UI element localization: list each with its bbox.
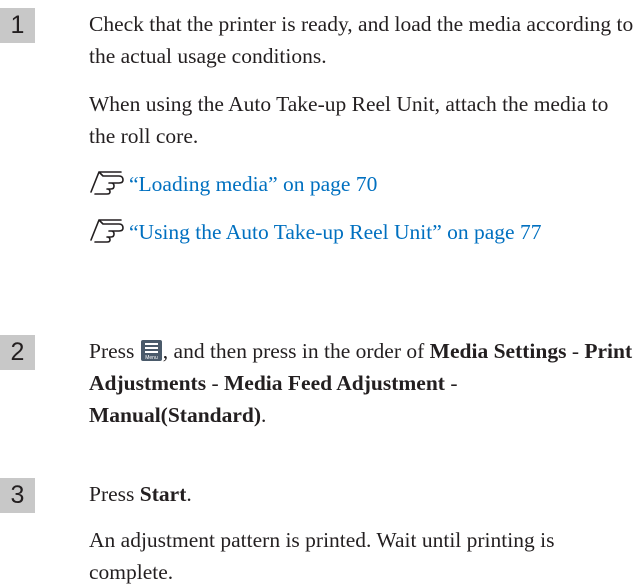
menu-icon-label: Menu bbox=[145, 355, 158, 361]
menu-path-manual-standard: Manual(Standard) bbox=[89, 403, 262, 427]
separator: - bbox=[566, 339, 585, 363]
step-2-instruction: Press Menu , and then press in the order … bbox=[89, 335, 635, 431]
step-2-body: Press Menu , and then press in the order … bbox=[89, 335, 635, 431]
step-number-badge: 2 bbox=[0, 335, 35, 370]
link-loading-media[interactable]: “Loading media” on page 70 bbox=[89, 168, 635, 200]
link-text[interactable]: “Loading media” on page 70 bbox=[129, 172, 377, 196]
step-3-body: Press Start. An adjustment pattern is pr… bbox=[89, 478, 635, 588]
menu-button-icon: Menu bbox=[140, 340, 162, 361]
text: . bbox=[261, 403, 267, 427]
step-3-note: An adjustment pattern is printed. Wait u… bbox=[89, 528, 555, 584]
step-3-instruction: Press Start. bbox=[89, 478, 635, 510]
start-label: Start bbox=[139, 482, 187, 506]
link-auto-take-up-reel[interactable]: “Using the Auto Take-up Reel Unit” on pa… bbox=[89, 216, 635, 248]
text: Press bbox=[89, 339, 140, 363]
step-1-note: When using the Auto Take-up Reel Unit, a… bbox=[89, 92, 609, 148]
hand-pointing-reference-icon bbox=[90, 219, 124, 243]
step-1-body: Check that the printer is ready, and loa… bbox=[89, 8, 635, 248]
menu-path-media-feed-adjustment: Media Feed Adjustment bbox=[224, 371, 445, 395]
step-1-instruction: Check that the printer is ready, and loa… bbox=[89, 12, 634, 68]
step-number-badge: 3 bbox=[0, 478, 35, 513]
text: Press bbox=[89, 482, 140, 506]
step-number-badge: 1 bbox=[0, 8, 35, 43]
separator: - bbox=[206, 371, 224, 395]
hand-pointing-reference-icon bbox=[90, 171, 124, 195]
link-text[interactable]: “Using the Auto Take-up Reel Unit” on pa… bbox=[129, 220, 541, 244]
separator: - bbox=[444, 371, 458, 395]
text: . bbox=[186, 482, 192, 506]
text: , and then press in the order of bbox=[162, 339, 430, 363]
menu-path-media-settings: Media Settings bbox=[429, 339, 567, 363]
